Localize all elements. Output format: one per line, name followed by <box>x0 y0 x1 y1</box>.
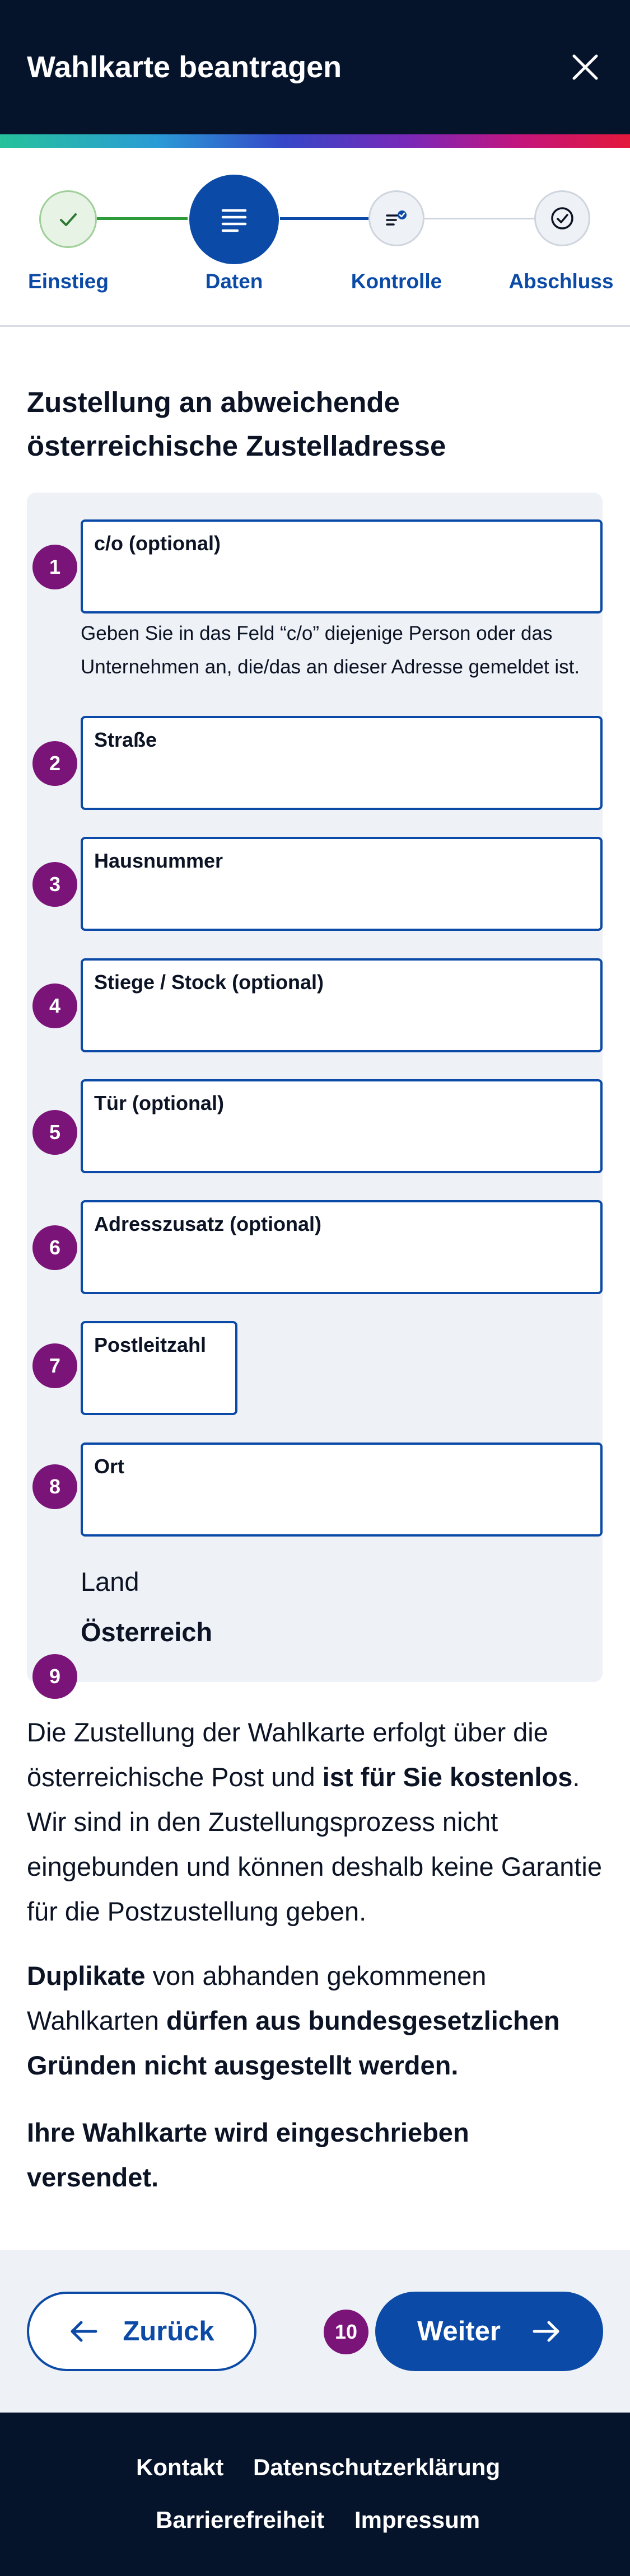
co-field[interactable]: c/o (optional) <box>81 519 603 613</box>
city-input[interactable] <box>92 1493 591 1526</box>
house-number-input[interactable] <box>92 887 591 921</box>
house-number-field-label: Hausnummer <box>94 849 223 872</box>
step-label-einstieg: Einstieg <box>28 270 109 293</box>
step-badge: 3 <box>32 862 77 907</box>
delivery-info-text: Die Zustellung der Wahlkarte erfolgt übe… <box>27 1717 603 1926</box>
step-connector-active <box>280 217 368 220</box>
step-badge: 10 <box>324 2310 368 2354</box>
postal-code-input[interactable] <box>92 1371 226 1405</box>
brand-gradient-bar <box>0 134 630 148</box>
step-badge: 9 <box>32 1654 77 1699</box>
stair-floor-field[interactable]: Stiege / Stock (optional) <box>81 958 603 1052</box>
footer-link-privacy[interactable]: Datenschutzerklärung <box>253 2454 500 2481</box>
step-badge: 5 <box>32 1110 77 1155</box>
check-icon <box>59 213 77 226</box>
progress-stepper: Einstieg Daten Kontrolle Abschluss <box>0 148 630 327</box>
footer-link-imprint[interactable]: Impressum <box>354 2507 480 2533</box>
step-label-daten: Daten <box>205 270 263 293</box>
step-kontrolle[interactable] <box>368 190 424 246</box>
country-label: Land <box>81 1567 139 1596</box>
back-button-label: Zurück <box>123 2316 214 2346</box>
section-heading: Zustellung an abweichende österreichisch… <box>27 386 446 462</box>
step-badge: 6 <box>32 1225 77 1270</box>
door-field-label: Tür (optional) <box>94 1092 224 1114</box>
step-label-abschluss: Abschluss <box>508 270 614 293</box>
next-button[interactable]: Weiter <box>375 2292 603 2371</box>
step-label-kontrolle: Kontrolle <box>351 270 442 293</box>
house-number-field[interactable]: Hausnummer <box>81 837 603 931</box>
step-einstieg[interactable] <box>39 190 97 248</box>
back-button[interactable]: Zurück <box>27 2292 256 2371</box>
duplicate-info-text: Duplikate von abhanden gekommenen Wahlka… <box>27 1961 560 2080</box>
site-footer: Kontakt Datenschutzerklärung Barrierefre… <box>0 2413 630 2576</box>
postal-code-field[interactable]: Postleitzahl <box>81 1321 237 1415</box>
close-icon <box>572 54 598 80</box>
arrow-left-icon <box>71 2321 97 2342</box>
step-abschluss[interactable] <box>534 190 590 246</box>
app-header: Wahlkarte beantragen <box>0 0 630 134</box>
city-field-label: Ort <box>94 1455 124 1478</box>
step-badge: 7 <box>32 1343 77 1388</box>
city-field[interactable]: Ort <box>81 1442 603 1537</box>
checklist-icon <box>386 210 407 226</box>
stair-floor-field-label: Stiege / Stock (optional) <box>94 971 324 994</box>
arrow-right-icon <box>533 2321 559 2342</box>
door-input[interactable] <box>92 1130 591 1163</box>
street-input[interactable] <box>92 766 591 800</box>
postal-code-field-label: Postleitzahl <box>94 1333 207 1356</box>
check-circle-icon <box>551 207 573 230</box>
address-addition-field-label: Adresszusatz (optional) <box>94 1212 322 1235</box>
step-badge: 8 <box>32 1464 77 1509</box>
address-addition-field[interactable]: Adresszusatz (optional) <box>81 1200 603 1294</box>
step-daten[interactable] <box>189 175 279 264</box>
co-field-label: c/o (optional) <box>94 532 221 555</box>
registered-mail-text: Ihre Wahlkarte wird eingeschrieben verse… <box>27 2118 469 2192</box>
close-button[interactable] <box>563 45 608 90</box>
address-form-panel: 1 c/o (optional) Geben Sie in das Feld “… <box>27 493 603 1699</box>
page-title: Wahlkarte beantragen <box>27 50 342 84</box>
address-addition-input[interactable] <box>92 1250 591 1284</box>
footer-link-accessibility[interactable]: Barrierefreiheit <box>156 2507 324 2533</box>
street-field-label: Straße <box>94 728 157 751</box>
list-icon <box>221 209 247 232</box>
action-bar: Zurück 10 Weiter <box>0 2250 630 2413</box>
step-badge: 2 <box>32 741 77 786</box>
step-badge: 1 <box>32 545 77 589</box>
country-value: Österreich <box>81 1617 213 1647</box>
step-connector-done <box>97 217 188 220</box>
door-field[interactable]: Tür (optional) <box>81 1079 603 1173</box>
stair-floor-input[interactable] <box>92 1009 591 1042</box>
co-input[interactable] <box>92 570 591 603</box>
next-button-label: Weiter <box>417 2316 501 2346</box>
step-badge: 4 <box>32 983 77 1028</box>
step-connector-upcoming <box>424 218 534 219</box>
co-hint-text: Geben Sie in das Feld “c/o” diejenige Pe… <box>81 622 580 678</box>
street-field[interactable]: Straße <box>81 716 603 810</box>
footer-link-contact[interactable]: Kontakt <box>136 2454 223 2481</box>
